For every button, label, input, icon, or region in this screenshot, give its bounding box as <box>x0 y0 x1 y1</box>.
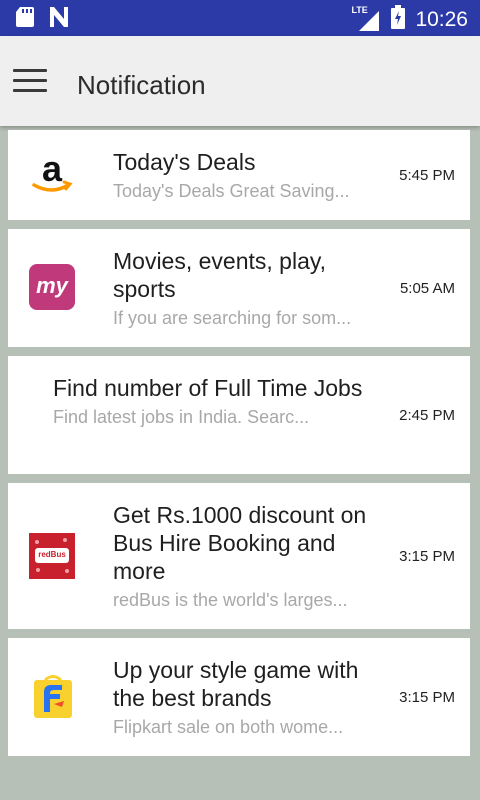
status-bar: LTE 10:26 <box>0 0 480 36</box>
sd-card-icon <box>16 7 34 32</box>
notification-subtitle: redBus is the world's larges... <box>113 590 348 610</box>
notification-item[interactable]: Up your style game with the best brands … <box>8 638 470 756</box>
battery-icon <box>391 5 406 34</box>
notification-subtitle: If you are searching for som... <box>113 308 352 328</box>
notification-time: 3:15 PM <box>399 548 455 565</box>
bookmyshow-logo-text: my <box>36 273 68 298</box>
hamburger-menu-icon[interactable] <box>13 69 49 95</box>
notification-title: Find number of Full Time Jobs <box>53 375 363 401</box>
notification-item[interactable]: my Movies, events, play, sports If you a… <box>8 229 470 347</box>
flipkart-logo-icon <box>32 674 74 720</box>
notification-subtitle: Today's Deals Great Saving... <box>113 181 350 201</box>
signal-icon: LTE <box>351 5 381 33</box>
clock: 10:26 <box>415 7 468 31</box>
notification-item[interactable]: Find number of Full Time Jobs Find lates… <box>8 356 470 474</box>
notification-title: Up your style game with the best brands <box>113 657 359 711</box>
page-title: Notification <box>77 70 206 100</box>
notification-item[interactable]: a Today's Deals Today's Deals Great Savi… <box>8 130 470 220</box>
notification-title: Movies, events, play, sports <box>113 248 327 302</box>
notification-time: 5:05 AM <box>399 280 455 297</box>
notification-time: 5:45 PM <box>399 167 455 184</box>
bookmyshow-logo-icon: my <box>29 264 75 310</box>
svg-text:a: a <box>42 151 63 189</box>
notification-title: Today's Deals <box>113 149 256 175</box>
app-bar: Notification <box>0 36 480 126</box>
notification-item[interactable]: redBus Get Rs.1000 discount on Bus Hire … <box>8 483 470 629</box>
notification-subtitle: Find latest jobs in India. Searc... <box>53 407 310 427</box>
redbus-logo-icon: redBus <box>29 533 75 579</box>
notification-subtitle: Flipkart sale on both wome... <box>113 717 344 737</box>
notification-title: Get Rs.1000 discount on Bus Hire Booking… <box>113 502 367 584</box>
notification-time: 3:15 PM <box>399 689 455 706</box>
amazon-logo-icon: a <box>28 148 76 199</box>
notification-time: 2:45 PM <box>399 407 455 424</box>
n-notification-icon <box>48 7 70 32</box>
redbus-logo-text: redBus <box>38 550 66 559</box>
